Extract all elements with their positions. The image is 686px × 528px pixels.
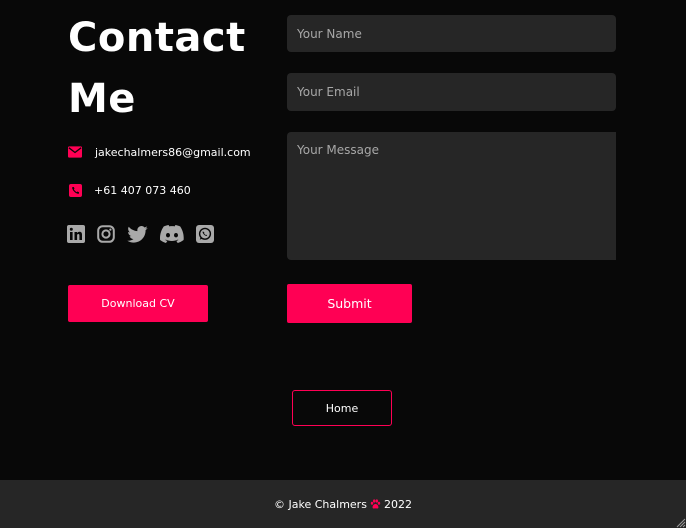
contact-email-text: jakechalmers86@gmail.com xyxy=(95,145,251,159)
page-title-line-1: Contact xyxy=(68,15,246,61)
linkedin-icon[interactable] xyxy=(67,225,85,243)
envelope-icon xyxy=(68,145,82,159)
contact-page: Contact Me jakechalmers86@gmail.com +61 … xyxy=(0,0,686,528)
resize-grip-icon[interactable] xyxy=(674,516,686,528)
email-input[interactable] xyxy=(287,73,616,111)
whatsapp-icon[interactable] xyxy=(196,225,214,243)
paw-icon xyxy=(370,498,381,510)
instagram-icon[interactable] xyxy=(97,225,115,243)
page-title: Contact Me xyxy=(68,8,268,130)
download-cv-button[interactable]: Download CV xyxy=(68,285,208,322)
social-links xyxy=(67,225,226,243)
contact-phone: +61 407 073 460 xyxy=(68,183,191,197)
phone-icon xyxy=(68,183,82,197)
twitter-icon[interactable] xyxy=(127,225,148,243)
home-button[interactable]: Home xyxy=(292,390,392,426)
footer-year: 2022 xyxy=(383,497,412,511)
page-title-line-2: Me xyxy=(68,76,136,122)
footer: © Jake Chalmers 2022 xyxy=(0,480,686,528)
name-input[interactable] xyxy=(287,15,616,52)
contact-email: jakechalmers86@gmail.com xyxy=(68,145,251,159)
submit-button[interactable]: Submit xyxy=(287,284,412,323)
contact-phone-text: +61 407 073 460 xyxy=(94,183,191,197)
message-textarea[interactable] xyxy=(287,132,616,260)
footer-copyright: © Jake Chalmers xyxy=(274,497,367,511)
discord-icon[interactable] xyxy=(160,225,184,243)
